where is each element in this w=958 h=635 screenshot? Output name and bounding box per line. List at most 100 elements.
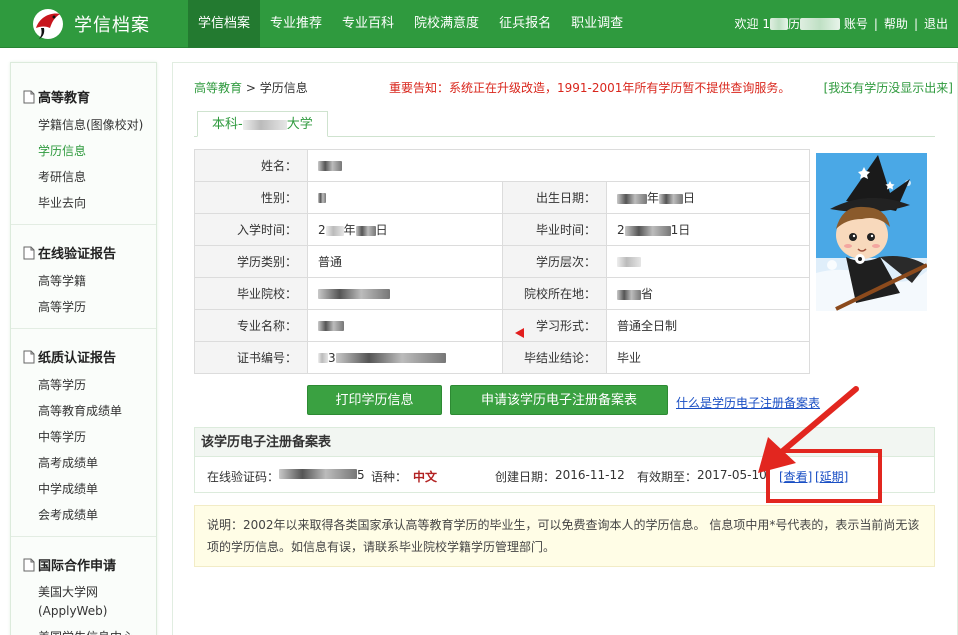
- sidebar-item-enrollment-info[interactable]: 学籍信息(图像校对): [23, 112, 156, 138]
- document-icon: [23, 350, 35, 363]
- school-mask: [242, 119, 287, 130]
- document-icon: [23, 246, 35, 259]
- sidebar-item-gaokao-transcript[interactable]: 高考成绩单: [23, 450, 156, 476]
- username-initial: 1: [762, 17, 771, 31]
- conclusion-label: 毕结业结论：: [502, 341, 607, 374]
- logout-link[interactable]: 退出: [924, 0, 948, 48]
- tab-degree-record[interactable]: 本科- 大学: [197, 111, 328, 137]
- enroll-mask-2: [355, 225, 376, 236]
- enroll-value: 2 年 日: [307, 213, 503, 246]
- created-date-label: 创建日期：: [495, 470, 556, 484]
- nav-major-encyclopedia[interactable]: 专业百科: [332, 0, 404, 48]
- top-navigation-bar: 学信档案 学信档案 专业推荐 专业百科 院校满意度 征兵报名 职业调查 欢迎 1…: [0, 0, 958, 48]
- missing-degree-link[interactable]: [我还有学历没显示出来]: [824, 79, 953, 96]
- username-mid: 历: [788, 17, 801, 31]
- site-logo[interactable]: 学信档案: [30, 6, 180, 42]
- tab-suffix: 大学: [286, 117, 313, 132]
- sidebar-item-graduate-destination[interactable]: 毕业去向: [23, 190, 156, 216]
- birth-year-sep: 年: [647, 191, 660, 205]
- document-icon: [23, 90, 35, 103]
- breadcrumb-separator: >: [245, 81, 256, 95]
- breadcrumb: 高等教育 > 学历信息: [194, 79, 308, 96]
- major-mask: [318, 321, 344, 331]
- enroll-prefix: 2: [318, 223, 326, 237]
- sidebar-group-label: 国际合作申请: [38, 559, 117, 574]
- main-nav: 学信档案 专业推荐 专业百科 院校满意度 征兵报名 职业调查: [188, 0, 633, 48]
- sidebar-item-postgrad-exam[interactable]: 考研信息: [23, 164, 156, 190]
- form-value: 普通全日制: [606, 309, 810, 342]
- sidebar-group-higher-education: 高等教育 学籍信息(图像校对) 学历信息 考研信息 毕业去向: [11, 63, 156, 225]
- type-value: 普通: [307, 245, 503, 278]
- print-degree-button[interactable]: 打印学历信息: [307, 385, 442, 415]
- main-panel: 高等教育 > 学历信息 重要告知：系统正在升级改造，1991-2001年所有学历…: [172, 62, 958, 635]
- sidebar-item-applyweb[interactable]: 美国大学网(ApplyWeb): [23, 580, 123, 624]
- separator: |: [873, 17, 878, 31]
- sidebar-group-label: 纸质认证报告: [38, 351, 117, 366]
- account-link[interactable]: 账号: [844, 0, 868, 48]
- name-label: 姓名：: [194, 149, 308, 182]
- nav-school-satisfaction[interactable]: 院校满意度: [404, 0, 489, 48]
- sidebar-item-secondary-degree[interactable]: 中等学历: [23, 424, 156, 450]
- level-label: 学历层次：: [502, 245, 607, 278]
- grad-label: 毕业时间：: [502, 213, 607, 246]
- cert-label: 证书编号：: [194, 341, 308, 374]
- sidebar: 高等教育 学籍信息(图像校对) 学历信息 考研信息 毕业去向 在线验证报告 高等…: [10, 62, 157, 635]
- cert-digit: 3: [328, 350, 336, 365]
- grad-value: 2 1日: [606, 213, 810, 246]
- type-label: 学历类别：: [194, 245, 308, 278]
- sidebar-group-label: 在线验证报告: [38, 247, 117, 262]
- help-link[interactable]: 帮助: [884, 0, 908, 48]
- nav-career-survey[interactable]: 职业调查: [561, 0, 633, 48]
- separator: |: [913, 17, 918, 31]
- user-bar: 欢迎 1 历 账号 | 帮助 | 退出: [735, 0, 948, 48]
- location-label: 院校所在地：: [502, 277, 607, 310]
- sidebar-item-middle-school-transcript[interactable]: 中学成绩单: [23, 476, 156, 502]
- school-label: 毕业院校：: [194, 277, 308, 310]
- sidebar-item-paper-higher-degree[interactable]: 高等学历: [23, 372, 156, 398]
- sidebar-group-title: 高等教育: [23, 87, 156, 106]
- major-label: 专业名称：: [194, 309, 308, 342]
- cert-value: 3: [307, 341, 503, 374]
- gender-mask: [318, 193, 326, 203]
- sidebar-item-higher-degree[interactable]: 高等学历: [23, 294, 156, 320]
- tab-prefix: 本科-: [212, 117, 243, 132]
- gender-label: 性别：: [194, 181, 308, 214]
- sidebar-item-degree-info[interactable]: 学历信息: [23, 138, 156, 164]
- birth-value: 年日: [606, 181, 810, 214]
- verification-code-label: 在线验证码：: [207, 470, 280, 484]
- valid-until-label: 有效期至：: [637, 470, 698, 484]
- birth-day-sep: 日: [683, 191, 696, 205]
- nav-xuexin-dangan[interactable]: 学信档案: [188, 0, 261, 48]
- cert-mask: [318, 353, 328, 363]
- annotation-highlight-box: [766, 449, 882, 503]
- nav-major-recommend[interactable]: 专业推荐: [260, 0, 332, 48]
- student-photo: [816, 153, 927, 311]
- breadcrumb-home[interactable]: 高等教育: [194, 81, 242, 95]
- degree-info-table: 姓名： 性别： 出生日期： 年日 入学时间： 2年日 毕业时间： 2 1日 学历类…: [194, 149, 810, 374]
- conclusion-value: 毕业: [606, 341, 810, 374]
- verification-code-mask-2: [279, 469, 357, 479]
- location-suffix: 省: [641, 287, 654, 301]
- username-mask-2: [800, 18, 841, 30]
- birth-label: 出生日期：: [502, 181, 607, 214]
- created-date-value: 2016-11-12: [555, 468, 625, 482]
- sidebar-item-huikao-transcript[interactable]: 会考成绩单: [23, 502, 156, 528]
- sidebar-group-title: 纸质认证报告: [23, 347, 156, 366]
- school-name-mask: [318, 289, 390, 299]
- sidebar-item-higher-enrollment[interactable]: 高等学籍: [23, 268, 156, 294]
- explanation-note: 说明：2002年以来取得各类国家承认高等教育学历的毕业生，可以免费查询本人的学历…: [194, 505, 935, 567]
- red-marker-icon: [515, 328, 524, 338]
- sidebar-item-higher-transcript[interactable]: 高等教育成绩单: [23, 398, 156, 424]
- name-mask: [318, 161, 342, 171]
- sidebar-group-paper-report: 纸质认证报告 高等学历 高等教育成绩单 中等学历 高考成绩单 中学成绩单 会考成…: [11, 329, 156, 537]
- notice-text: 重要告知：系统正在升级改造，1991-2001年所有学历暂不提供查询服务。: [389, 81, 791, 95]
- sidebar-item-us-student-center[interactable]: 美国学生信息中心: [23, 624, 156, 635]
- enroll-label: 入学时间：: [194, 213, 308, 246]
- verification-code-tail: 5: [357, 468, 365, 482]
- apply-registration-form-button[interactable]: 申请该学历电子注册备案表: [450, 385, 668, 415]
- location-mask: [617, 289, 641, 300]
- level-mask: [617, 257, 641, 267]
- nav-military-signup[interactable]: 征兵报名: [489, 0, 561, 48]
- enroll-day-sep: 日: [375, 223, 388, 237]
- school-value: [307, 277, 503, 310]
